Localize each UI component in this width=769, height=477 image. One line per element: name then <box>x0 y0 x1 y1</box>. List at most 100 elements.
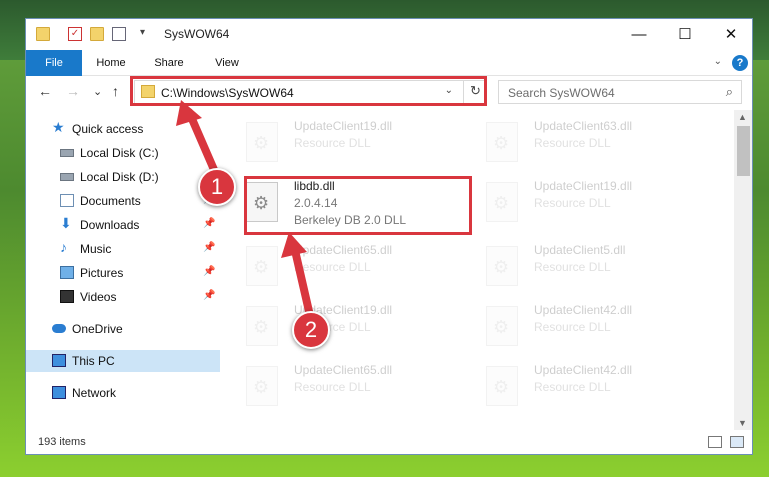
sidebar-item-label: Documents <box>80 194 141 208</box>
dll-file-icon: ⚙ <box>246 366 278 406</box>
sidebar-item-label: OneDrive <box>72 322 123 336</box>
gear-icon: ⚙ <box>493 193 510 213</box>
gear-icon: ⚙ <box>493 317 510 337</box>
file-name: UpdateClient19.dll <box>294 119 393 133</box>
sidebar-item-pictures[interactable]: Pictures 📌 <box>26 262 220 284</box>
dll-file-icon: ⚙ <box>486 122 518 162</box>
gear-icon: ⚙ <box>493 257 510 277</box>
drive-icon <box>60 173 74 181</box>
tab-view[interactable]: View <box>204 50 250 76</box>
file-type: Resource DLL <box>294 260 371 274</box>
sidebar-item-documents[interactable]: Documents 📌 <box>26 190 220 212</box>
forward-arrow-icon[interactable]: → <box>66 83 80 99</box>
search-input[interactable]: Search SysWOW64 ⌕ <box>498 80 742 104</box>
file-type: Resource DLL <box>534 380 611 394</box>
pin-icon[interactable]: 📌 <box>203 266 215 277</box>
sidebar-item-downloads[interactable]: ⬇ Downloads 📌 <box>26 214 220 236</box>
scroll-down-arrow-icon[interactable]: ▼ <box>738 418 747 428</box>
file-item[interactable]: ⚙ UpdateClient19.dll Resource DLL <box>224 116 454 170</box>
sidebar-item-music[interactable]: ♪ Music 📌 <box>26 238 220 260</box>
search-icon[interactable]: ⌕ <box>726 84 733 100</box>
documents-icon <box>60 194 74 207</box>
file-name: UpdateClient5.dll <box>534 243 626 257</box>
sidebar-item-label: Pictures <box>80 266 124 280</box>
pin-icon[interactable]: 📌 <box>203 290 215 301</box>
sidebar-item-quick-access[interactable]: ★ Quick access <box>26 118 220 140</box>
up-arrow-icon[interactable]: ↑ <box>112 83 119 99</box>
pictures-icon <box>60 266 74 279</box>
file-item[interactable]: ⚙ UpdateClient19.dll Resource DLL <box>224 300 454 354</box>
pin-icon[interactable]: 📌 <box>203 218 215 229</box>
dll-file-icon: ⚙ <box>486 306 518 346</box>
sidebar-item-label: Music <box>80 242 112 256</box>
sidebar-item-network[interactable]: Network <box>26 382 220 404</box>
new-folder-icon[interactable] <box>90 27 104 41</box>
file-name: UpdateClient65.dll <box>294 243 393 257</box>
dll-file-icon: ⚙ <box>246 306 278 346</box>
file-name: UpdateClient65.dll <box>294 363 393 377</box>
pin-icon[interactable]: 📌 <box>203 242 215 253</box>
tab-file[interactable]: File <box>26 50 82 76</box>
file-item[interactable]: ⚙ UpdateClient42.dll Resource DLL <box>464 360 694 414</box>
gear-icon: ⚙ <box>253 257 270 277</box>
sidebar-item-videos[interactable]: Videos 📌 <box>26 286 220 308</box>
file-name: UpdateClient63.dll <box>534 119 633 133</box>
file-name: UpdateClient19.dll <box>534 179 633 193</box>
dll-file-icon: ⚙ <box>486 366 518 406</box>
sidebar-item-label: Quick access <box>72 122 144 136</box>
properties-check-icon[interactable]: ✓ <box>68 27 82 41</box>
scrollbar-thumb[interactable] <box>737 126 750 176</box>
dll-file-icon: ⚙ <box>486 182 518 222</box>
file-item[interactable]: ⚙ UpdateClient19.dll Resource DLL <box>464 176 694 230</box>
file-item[interactable]: ⚙ UpdateClient63.dll Resource DLL <box>464 116 694 170</box>
vertical-scrollbar[interactable]: ▲ ▼ <box>734 110 752 430</box>
sidebar-item-label: This PC <box>72 354 115 368</box>
sidebar-item-local-disk-d[interactable]: Local Disk (D:) <box>26 166 220 188</box>
item-count: 193 items <box>38 436 86 448</box>
step-1-badge: 1 <box>198 168 236 206</box>
maximize-button[interactable]: ☐ <box>662 19 708 50</box>
search-placeholder: Search SysWOW64 <box>508 86 615 100</box>
gear-icon: ⚙ <box>493 377 510 397</box>
details-view-icon[interactable] <box>708 436 722 448</box>
tab-share[interactable]: Share <box>146 50 192 76</box>
file-type: Resource DLL <box>534 260 611 274</box>
cloud-icon <box>52 324 66 333</box>
help-icon[interactable]: ? <box>732 55 748 71</box>
recent-locations-chevron-icon[interactable]: ⌄ <box>93 85 102 98</box>
sidebar-item-label: Local Disk (D:) <box>80 170 159 184</box>
back-arrow-icon[interactable]: ← <box>38 83 52 99</box>
minimize-button[interactable]: — <box>616 19 662 50</box>
properties-icon[interactable] <box>112 27 126 41</box>
libdb-file-highlight <box>244 176 472 235</box>
step-2-badge: 2 <box>292 311 330 349</box>
sidebar-item-label: Videos <box>80 290 117 304</box>
expand-ribbon-chevron-icon[interactable]: ⌄ <box>714 56 722 67</box>
folder-icon <box>36 27 50 41</box>
file-type: Resource DLL <box>294 136 371 150</box>
file-item[interactable]: ⚙ UpdateClient5.dll Resource DLL <box>464 240 694 294</box>
file-type: Resource DLL <box>534 320 611 334</box>
file-type: Resource DLL <box>534 136 611 150</box>
gear-icon: ⚙ <box>253 317 270 337</box>
file-item[interactable]: ⚙ UpdateClient65.dll Resource DLL <box>224 360 454 414</box>
star-icon: ★ <box>52 119 65 135</box>
tab-home[interactable]: Home <box>88 50 134 76</box>
customize-toolbar-chevron-icon[interactable]: ▾ <box>140 27 145 38</box>
sidebar-item-this-pc[interactable]: This PC <box>26 350 220 372</box>
close-button[interactable]: ✕ <box>708 19 752 50</box>
sidebar-item-onedrive[interactable]: OneDrive <box>26 318 220 340</box>
large-icons-view-icon[interactable] <box>730 436 744 448</box>
pc-icon <box>52 354 66 367</box>
gear-icon: ⚙ <box>253 377 270 397</box>
file-name: UpdateClient42.dll <box>534 303 633 317</box>
videos-icon <box>60 290 74 303</box>
status-bar: 193 items <box>26 430 752 454</box>
sidebar-item-local-disk-c[interactable]: Local Disk (C:) <box>26 142 220 164</box>
scroll-up-arrow-icon[interactable]: ▲ <box>738 112 747 122</box>
sidebar-item-label: Network <box>72 386 117 400</box>
file-item[interactable]: ⚙ UpdateClient65.dll Resource DLL <box>224 240 454 294</box>
download-icon: ⬇ <box>60 215 72 231</box>
file-name: UpdateClient42.dll <box>534 363 633 377</box>
file-item[interactable]: ⚙ UpdateClient42.dll Resource DLL <box>464 300 694 354</box>
